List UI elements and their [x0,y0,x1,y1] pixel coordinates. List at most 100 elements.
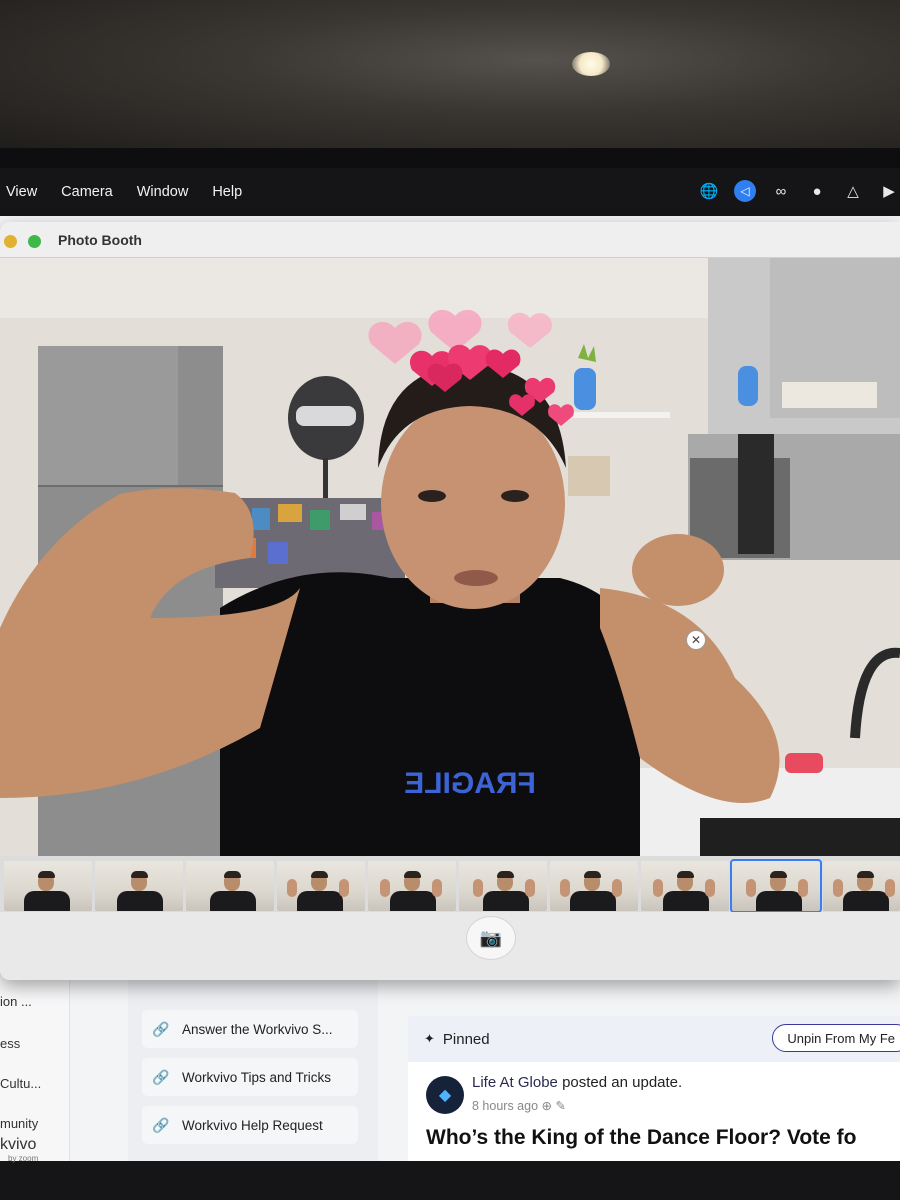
thumbnail-figure-arm [287,879,297,897]
thumbnail-figure-body [24,891,70,911]
box [568,456,610,496]
link-icon: 🔗 [152,1068,170,1085]
post-meta: 8 hours ago ⊕ ✎ [472,1098,566,1113]
quick-links: 🔗 Answer the Workvivo S... 🔗 Workvivo Ti… [128,976,378,1161]
photo-booth-toolbar: 📷 [0,912,900,980]
shelf [560,412,670,418]
window-title: Photo Booth [58,232,142,248]
thumbnail-figure-body [117,891,163,911]
thumbnail-figure-arm [833,879,843,897]
pinned-header: ✦ Pinned Unpin From My Fe [408,1016,900,1062]
thumbnail-figure-body [390,891,436,911]
link-help-request[interactable]: 🔗 Workvivo Help Request [142,1106,358,1144]
send-icon[interactable]: ◁ [734,180,756,202]
link-icon: 🔗 [152,1020,170,1037]
menu-view[interactable]: View [0,184,49,200]
sign [782,382,877,408]
left-nav-item[interactable]: munity [0,1116,38,1131]
plant-pot [574,368,596,410]
thumbnail-figure-hair [770,871,787,878]
filmstrip-thumbnail[interactable] [730,859,822,913]
ceiling-wall [0,258,710,318]
link-icon: 🔗 [152,1116,170,1133]
vpn-icon[interactable]: ● [806,180,828,202]
zoom-button[interactable] [28,235,41,248]
thumbnail-figure-body [570,891,616,911]
take-photo-button[interactable]: 📷 [466,916,516,960]
creative-cloud-icon[interactable]: ∞ [770,180,792,202]
thumbnail-figure-body [843,891,889,911]
post-author-line: Life At Globe posted an update. [472,1074,682,1091]
filmstrip-thumbnail[interactable] [186,861,274,911]
menu-help[interactable]: Help [200,184,254,200]
left-nav-item[interactable]: ion ... [0,994,32,1009]
globe-icon[interactable]: 🌐 [698,180,720,202]
photo-booth-window: Photo Booth FRAGILE 📷 [0,222,900,980]
filmstrip-thumbnail[interactable] [550,861,638,911]
thumbnail-figure-arm [885,879,895,897]
post-title[interactable]: Who’s the King of the Dance Floor? Vote … [426,1126,856,1150]
thumbnail-figure-hair [38,871,55,878]
menu-camera[interactable]: Camera [49,184,125,200]
thumbnail-figure-arm [560,879,570,897]
left-nav: ion ... ess Cultu... munity kvivo by zoo… [0,976,70,1163]
avatar[interactable]: ◆ [426,1076,464,1114]
link-label: Answer the Workvivo S... [182,1021,333,1037]
thumbnail-figure-arm [653,879,663,897]
logo-subtitle: by zoom [8,1154,39,1163]
thumbnail-figure-hair [497,871,514,878]
thumbnail-figure-body [210,891,256,911]
thumbnail-figure-hair [677,871,694,878]
menu-window[interactable]: Window [125,184,201,200]
thumbnail-figure-body [756,891,802,911]
shirt-print: FRAGILE [404,767,536,800]
photo-filmstrip [0,856,900,916]
globe-icon: ⊕ [541,1099,556,1113]
delete-photo-button[interactable]: ✕ [686,630,706,650]
filmstrip-thumbnail[interactable] [459,861,547,911]
window-titlebar: Photo Booth [0,222,900,258]
camera-preview: FRAGILE [0,258,900,856]
post-author[interactable]: Life At Globe [472,1074,558,1091]
filmstrip-thumbnail[interactable] [277,861,365,911]
pin-icon: ✦ [424,1031,435,1046]
workvivo-logo: kvivo [0,1136,37,1153]
thumbnail-figure-arm [473,879,483,897]
camera-preview-image: FRAGILE [0,258,900,856]
thumbnail-figure-body [297,891,343,911]
link-answer-survey[interactable]: 🔗 Answer the Workvivo S... [142,1010,358,1048]
thumbnail-figure-arm [380,879,390,897]
left-nav-item[interactable]: Cultu... [0,1076,41,1091]
unpin-button[interactable]: Unpin From My Fe [772,1024,900,1052]
left-nav-item[interactable]: ess [0,1036,20,1051]
pinned-label: Pinned [442,1030,490,1048]
link-label: Workvivo Help Request [182,1117,323,1133]
thumbnail-figure-hair [584,871,601,878]
thumbnail-figure-arm [705,879,715,897]
right-fist [632,534,724,606]
thumbnail-figure-hair [311,871,328,878]
thumbnail-figure-hair [224,871,241,878]
thumbnail-figure-arm [612,879,622,897]
minimize-button[interactable] [4,235,17,248]
link-tips-tricks[interactable]: 🔗 Workvivo Tips and Tricks [142,1058,358,1096]
filmstrip-thumbnail[interactable] [95,861,183,911]
pinned-post-panel: ✦ Pinned Unpin From My Fe ◆ Life At Glob… [408,1016,900,1161]
room-ceiling [0,0,900,150]
edit-icon[interactable]: ✎ [555,1099,565,1113]
refrigerator-door [38,346,178,486]
drive-icon[interactable]: △ [842,180,864,202]
thumbnail-figure-hair [857,871,874,878]
thumbnail-figure-arm [432,879,442,897]
post-action: posted an update. [562,1074,683,1091]
filmstrip-thumbnail[interactable] [641,861,729,911]
thumbnail-figure-arm [339,879,349,897]
photo-of-screen: View Camera Window Help 🌐 ◁ ∞ ● △ ▶ ion … [0,0,900,1200]
filmstrip-thumbnail[interactable] [4,861,92,911]
play-icon[interactable]: ▶ [878,180,900,202]
filmstrip-thumbnail[interactable] [368,861,456,911]
menubar-status-icons: 🌐 ◁ ∞ ● △ ▶ [698,180,900,202]
monitor-bezel [0,148,900,168]
thumbnail-figure-hair [131,871,148,878]
filmstrip-thumbnail[interactable] [823,861,900,911]
